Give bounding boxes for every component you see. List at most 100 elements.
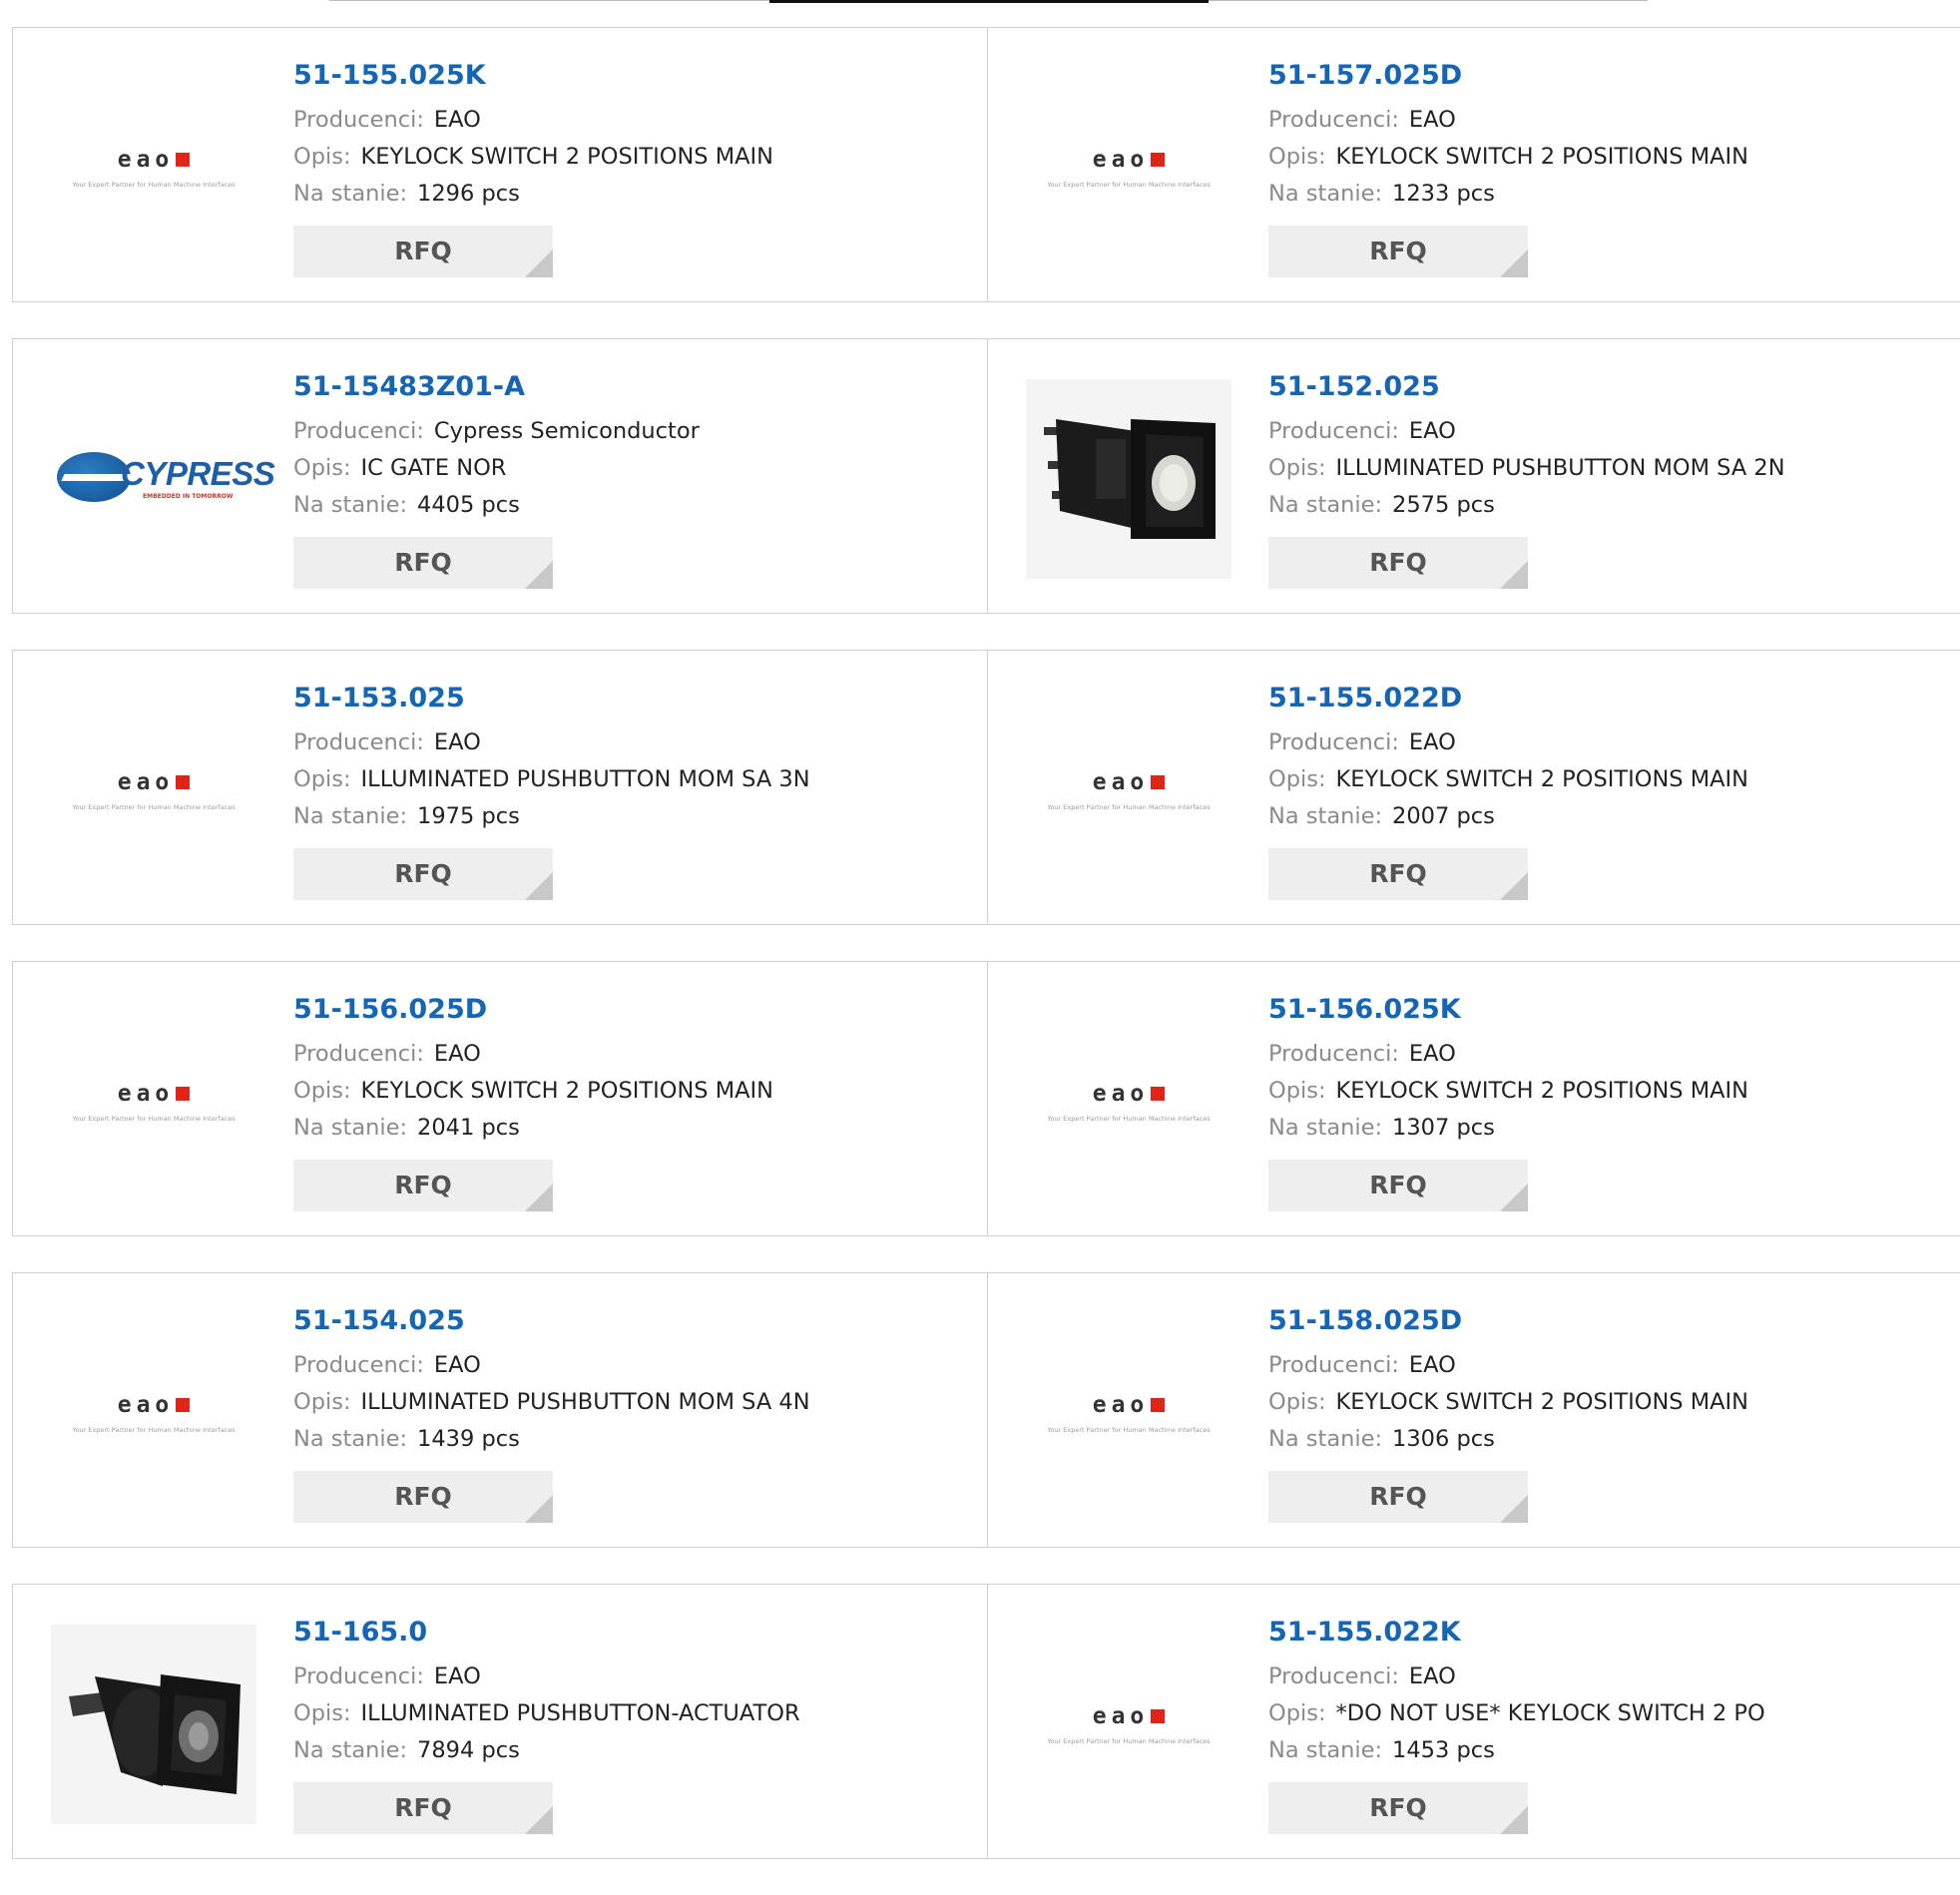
product-part-number-link[interactable]: 51-156.025K [1268, 993, 1940, 1027]
rfq-corner-decoration [525, 872, 553, 900]
rfq-button[interactable]: RFQ [293, 1160, 553, 1211]
eao-logo-text: eao [117, 769, 175, 795]
eao-logo-text: eao [117, 1081, 175, 1107]
product-stock-row: Na stanie: 1975 pcs [293, 798, 967, 835]
product-info: 51-156.025K Producenci: EAO Opis: KEYLOCK SW… [1268, 993, 1940, 1211]
rfq-button[interactable]: RFQ [1268, 1471, 1528, 1523]
manufacturer-value: EAO [1408, 1352, 1456, 1378]
product-thumbnail[interactable]: eao Your Expert Partner for Human Machine… [51, 68, 256, 267]
product-info: 51-153.025 Producenci: EAO Opis: ILLUMINATED… [293, 682, 967, 900]
product-part-number-link[interactable]: 51-157.025D [1268, 59, 1940, 93]
stock-value: 1296 pcs [417, 181, 520, 207]
rfq-corner-decoration [1500, 1184, 1528, 1211]
rfq-corner-decoration [1500, 872, 1528, 900]
rfq-corner-decoration [1500, 1495, 1528, 1523]
rfq-corner-decoration [1500, 1806, 1528, 1834]
product-thumbnail[interactable] [1026, 379, 1231, 579]
eao-logo-wordmark: eao [1026, 1081, 1231, 1107]
manufacturer-label: Producenci: [293, 1041, 424, 1067]
rfq-button[interactable]: RFQ [1268, 1782, 1528, 1834]
eao-red-square-icon [1151, 1398, 1166, 1412]
eao-logo-wordmark: eao [1026, 1703, 1231, 1729]
eao-red-square-icon [1151, 775, 1166, 789]
product-part-number-link[interactable]: 51-158.025D [1268, 1304, 1940, 1338]
manufacturer-value: EAO [433, 107, 481, 133]
product-row: eao Your Expert Partner for Human Machine… [12, 961, 1960, 1236]
product-manufacturer-row: Producenci: EAO [293, 724, 967, 761]
product-manufacturer-row: Producenci: EAO [293, 102, 967, 139]
product-thumbnail[interactable]: CYPRESS EMBEDDED IN TOMORROW [51, 379, 275, 579]
product-part-number-link[interactable]: 51-15483Z01-A [293, 370, 967, 404]
product-part-number-link[interactable]: 51-152.025 [1268, 370, 1940, 404]
eao-logo: eao Your Expert Partner for Human Machine… [1026, 1703, 1231, 1745]
rfq-button[interactable]: RFQ [293, 537, 553, 589]
rfq-button[interactable]: RFQ [1268, 537, 1528, 589]
rfq-button[interactable]: RFQ [1268, 226, 1528, 277]
product-manufacturer-row: Producenci: EAO [293, 1036, 967, 1073]
product-thumbnail[interactable]: eao Your Expert Partner for Human Machine… [1026, 1002, 1231, 1201]
manufacturer-value: EAO [1408, 729, 1456, 755]
eao-logo: eao Your Expert Partner for Human Machine… [51, 769, 256, 811]
product-card: 51-152.025 Producenci: EAO Opis: ILLUMINATED… [988, 338, 1960, 614]
product-thumbnail[interactable]: eao Your Expert Partner for Human Machine… [1026, 68, 1231, 267]
description-label: Opis: [1268, 1389, 1326, 1415]
rfq-button-label: RFQ [1369, 237, 1427, 265]
product-card: eao Your Expert Partner for Human Machine… [988, 961, 1960, 1236]
eao-red-square-icon [176, 153, 191, 167]
manufacturer-value: EAO [1408, 1663, 1456, 1689]
rfq-button-label: RFQ [1369, 859, 1427, 888]
product-thumbnail[interactable] [51, 1625, 256, 1824]
eao-logo-wordmark: eao [51, 1392, 256, 1418]
eao-red-square-icon [1151, 1087, 1166, 1101]
description-label: Opis: [1268, 1078, 1326, 1104]
description-label: Opis: [1268, 455, 1326, 481]
eao-logo-text: eao [117, 1392, 175, 1418]
product-row: CYPRESS EMBEDDED IN TOMORROW 51-15483Z01-A… [12, 338, 1960, 614]
product-stock-row: Na stanie: 7894 pcs [293, 1732, 967, 1769]
product-stock-row: Na stanie: 4405 pcs [293, 487, 967, 524]
product-thumbnail[interactable]: eao Your Expert Partner for Human Machine… [51, 1002, 256, 1201]
rfq-button[interactable]: RFQ [1268, 1160, 1528, 1211]
product-thumbnail[interactable]: eao Your Expert Partner for Human Machine… [1026, 1313, 1231, 1513]
eao-logo-wordmark: eao [51, 147, 256, 173]
eao-logo: eao Your Expert Partner for Human Machine… [1026, 147, 1231, 189]
product-part-number-link[interactable]: 51-154.025 [293, 1304, 967, 1338]
rfq-button[interactable]: RFQ [1268, 848, 1528, 900]
product-card: eao Your Expert Partner for Human Machine… [988, 650, 1960, 925]
rfq-button[interactable]: RFQ [293, 226, 553, 277]
description-label: Opis: [293, 766, 351, 792]
product-part-number-link[interactable]: 51-155.022D [1268, 682, 1940, 715]
rfq-button[interactable]: RFQ [293, 848, 553, 900]
product-info: 51-154.025 Producenci: EAO Opis: ILLUMINATED… [293, 1304, 967, 1523]
product-row: eao Your Expert Partner for Human Machine… [12, 27, 1960, 302]
stock-label: Na stanie: [1268, 1426, 1383, 1452]
product-part-number-link[interactable]: 51-155.022K [1268, 1616, 1940, 1650]
stock-label: Na stanie: [1268, 181, 1383, 207]
product-thumbnail[interactable]: eao Your Expert Partner for Human Machine… [51, 691, 256, 890]
product-description-row: Opis: KEYLOCK SWITCH 2 POSITIONS MAIN [1268, 1384, 1940, 1421]
description-value: ILLUMINATED PUSHBUTTON MOM SA 4N [360, 1389, 810, 1415]
manufacturer-value: EAO [433, 1041, 481, 1067]
product-part-number-link[interactable]: 51-156.025D [293, 993, 967, 1027]
description-label: Opis: [293, 1700, 351, 1726]
product-part-number-link[interactable]: 51-155.025K [293, 59, 967, 93]
description-label: Opis: [293, 455, 351, 481]
manufacturer-label: Producenci: [1268, 1352, 1399, 1378]
product-thumbnail[interactable]: eao Your Expert Partner for Human Machine… [1026, 1625, 1231, 1824]
product-part-number-link[interactable]: 51-165.0 [293, 1616, 967, 1650]
rfq-button[interactable]: RFQ [293, 1471, 553, 1523]
eao-red-square-icon [1151, 1709, 1166, 1723]
product-thumbnail[interactable]: eao Your Expert Partner for Human Machine… [1026, 691, 1231, 890]
manufacturer-value: EAO [1408, 107, 1456, 133]
product-stock-row: Na stanie: 2041 pcs [293, 1110, 967, 1147]
rfq-button[interactable]: RFQ [293, 1782, 553, 1834]
eao-logo: eao Your Expert Partner for Human Machine… [1026, 1081, 1231, 1123]
eao-logo-text: eao [1092, 1081, 1150, 1107]
product-part-number-link[interactable]: 51-153.025 [293, 682, 967, 715]
product-description-row: Opis: ILLUMINATED PUSHBUTTON MOM SA 3N [293, 761, 967, 798]
product-thumbnail[interactable]: eao Your Expert Partner for Human Machine… [51, 1313, 256, 1513]
stock-value: 2041 pcs [417, 1115, 520, 1141]
product-row: eao Your Expert Partner for Human Machine… [12, 650, 1960, 925]
description-label: Opis: [293, 1078, 351, 1104]
product-description-row: Opis: KEYLOCK SWITCH 2 POSITIONS MAIN [293, 1073, 967, 1110]
